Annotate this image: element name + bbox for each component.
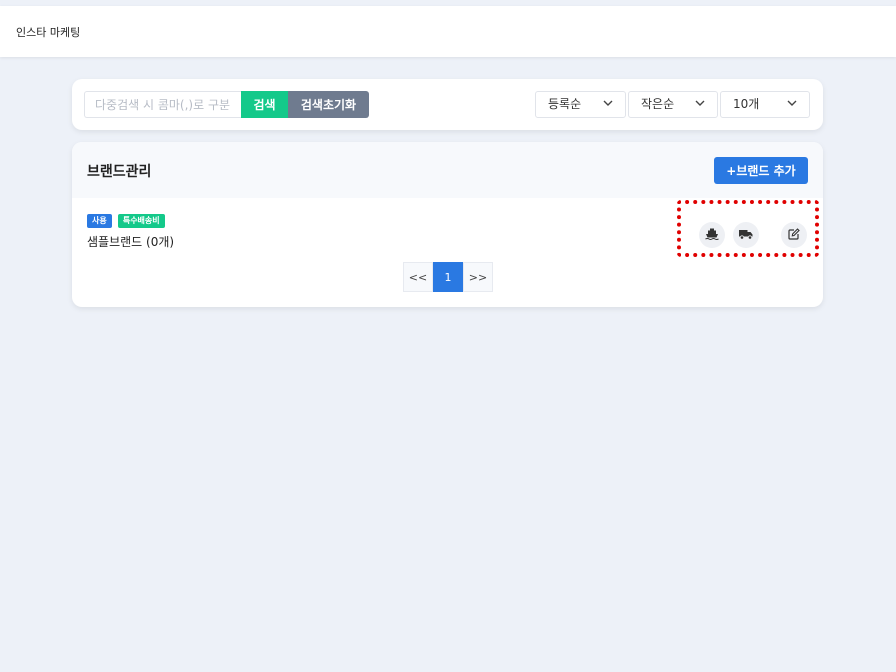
page-title: 인스타 마케팅 bbox=[16, 26, 81, 39]
truck-icon bbox=[739, 228, 753, 243]
status-badge-special-shipping: 특수배송비 bbox=[117, 214, 165, 228]
brand-name: 샘플브랜드 (0개) bbox=[87, 235, 175, 249]
per-page-value: 10개 bbox=[733, 97, 760, 111]
pagination: << 1 >> bbox=[403, 262, 493, 292]
search-bar: 검색 검색초기화 등록순 작은순 10개 bbox=[72, 79, 823, 130]
brand-actions-highlight bbox=[677, 200, 819, 257]
next-page-button[interactable]: >> bbox=[463, 262, 493, 292]
chevron-down-icon bbox=[693, 92, 707, 117]
sort-order-value: 등록순 bbox=[548, 97, 582, 111]
search-button[interactable]: 검색 bbox=[241, 91, 288, 118]
edit-button[interactable] bbox=[781, 222, 807, 248]
edit-icon bbox=[788, 227, 800, 243]
page-1-button[interactable]: 1 bbox=[433, 262, 463, 292]
sort-order-select[interactable]: 등록순 bbox=[535, 91, 626, 118]
ship-button[interactable] bbox=[699, 222, 725, 248]
add-brand-button[interactable]: +브랜드 추가 bbox=[714, 157, 808, 184]
prev-page-button[interactable]: << bbox=[403, 262, 433, 292]
delivery-button[interactable] bbox=[733, 222, 759, 248]
per-page-select[interactable]: 10개 bbox=[720, 91, 810, 118]
chevron-down-icon bbox=[601, 92, 615, 117]
size-order-select[interactable]: 작은순 bbox=[628, 91, 718, 118]
app-header: 인스타 마케팅 bbox=[0, 6, 896, 57]
status-badge-use: 사용 bbox=[87, 214, 112, 228]
ship-icon bbox=[705, 228, 719, 243]
brand-badges: 사용 특수배송비 bbox=[87, 214, 166, 228]
search-reset-button[interactable]: 검색초기화 bbox=[288, 91, 369, 118]
chevron-down-icon bbox=[785, 92, 799, 117]
brand-card-header: 브랜드관리 +브랜드 추가 bbox=[72, 142, 823, 198]
brand-management-card: 브랜드관리 +브랜드 추가 사용 특수배송비 샘플브랜드 (0개) << 1 >… bbox=[72, 142, 823, 307]
section-title: 브랜드관리 bbox=[87, 164, 152, 180]
size-order-value: 작은순 bbox=[641, 97, 675, 111]
search-input[interactable] bbox=[84, 91, 241, 118]
